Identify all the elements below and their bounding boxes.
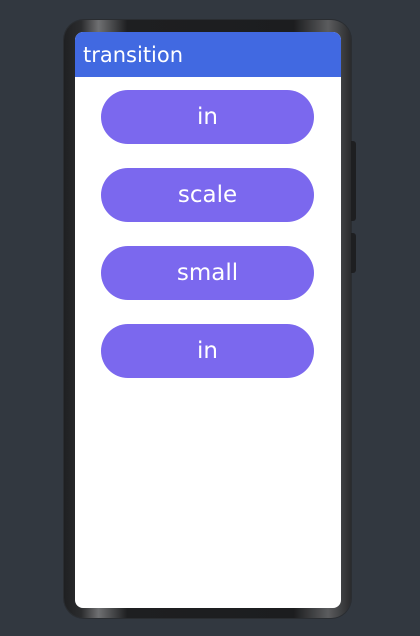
app-bar-title: transition xyxy=(83,42,184,67)
emulator-stage: transition in scale small in xyxy=(0,0,420,636)
small-button[interactable]: small xyxy=(101,246,314,300)
in-button-second[interactable]: in xyxy=(101,324,314,378)
phone-side-button-lower[interactable] xyxy=(351,233,356,273)
phone-side-button-upper[interactable] xyxy=(351,141,356,221)
scale-button[interactable]: scale xyxy=(101,168,314,222)
in-button[interactable]: in xyxy=(101,90,314,144)
phone-screen: transition in scale small in xyxy=(75,32,341,608)
app-bar: transition xyxy=(75,32,341,77)
